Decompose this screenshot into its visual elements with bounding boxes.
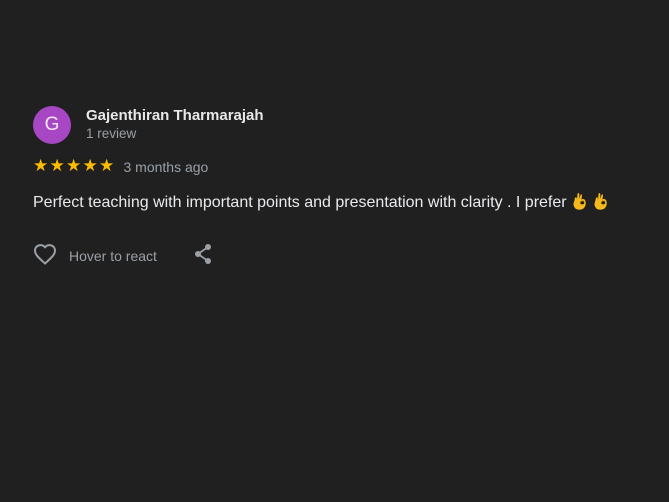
share-icon[interactable] <box>193 243 213 270</box>
react-label[interactable]: Hover to react <box>69 248 157 264</box>
star-icon: ★ <box>33 156 49 176</box>
review-header: G Gajenthiran Tharmarajah 1 review <box>33 106 653 144</box>
review-time: 3 months ago <box>123 158 209 175</box>
ok-hand-emoji <box>572 192 588 216</box>
rating-row: ★ ★ ★ ★ ★ 3 months ago <box>33 157 653 176</box>
review-text: Perfect teaching with important points a… <box>33 192 653 216</box>
avatar[interactable]: G <box>33 106 71 144</box>
share-button[interactable] <box>193 243 213 270</box>
author-name[interactable]: Gajenthiran Tharmarajah <box>86 106 264 125</box>
ok-hand-emoji <box>593 192 609 216</box>
page: G Gajenthiran Tharmarajah 1 review ★ ★ ★… <box>0 0 669 502</box>
star-rating: ★ ★ ★ ★ ★ <box>33 158 116 175</box>
star-icon: ★ <box>49 156 65 176</box>
review-card: G Gajenthiran Tharmarajah 1 review ★ ★ ★… <box>33 106 653 269</box>
review-text-content: Perfect teaching with important points a… <box>33 194 567 211</box>
author-review-count: 1 review <box>86 125 137 141</box>
star-icon: ★ <box>66 156 82 176</box>
author-info: Gajenthiran Tharmarajah 1 review <box>86 106 264 143</box>
star-icon: ★ <box>99 156 115 176</box>
heart-outline-icon[interactable] <box>33 243 57 270</box>
react-button[interactable]: Hover to react <box>33 243 157 270</box>
review-actions: Hover to react <box>33 243 653 269</box>
star-icon: ★ <box>82 156 98 176</box>
